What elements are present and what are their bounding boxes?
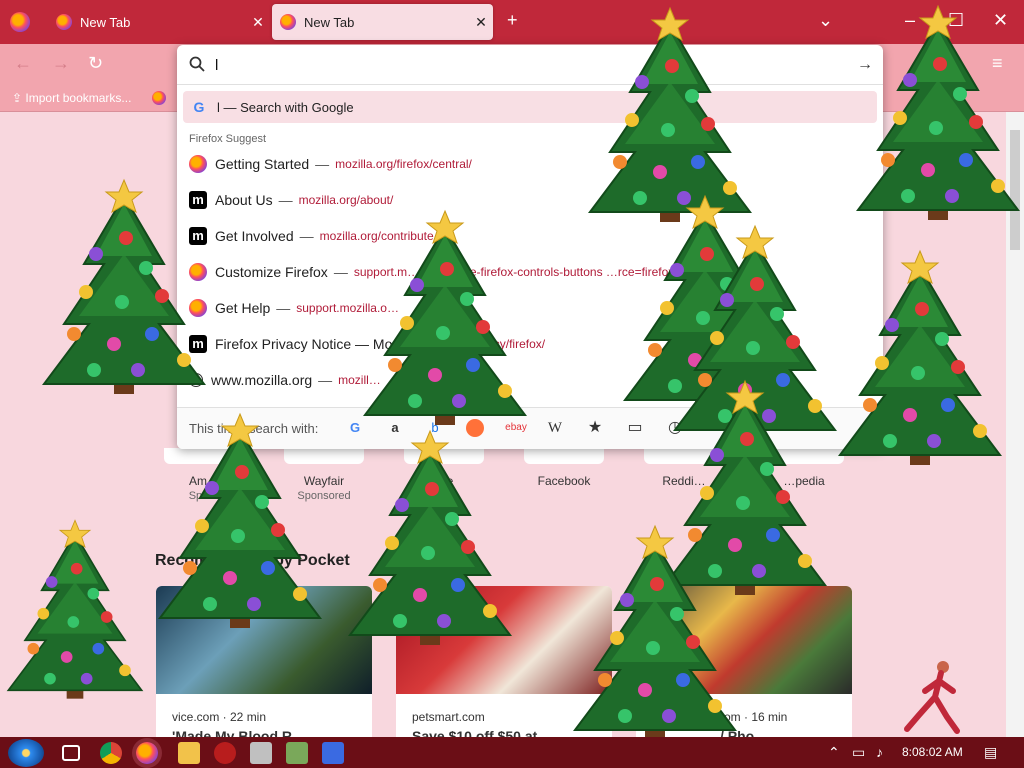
separator: — <box>299 228 314 244</box>
network-icon[interactable]: ▭ <box>852 744 865 761</box>
pocket-card-source: petsmart.com <box>412 710 485 724</box>
app-icon[interactable] <box>286 742 308 764</box>
firefox-favicon-icon <box>280 14 296 30</box>
suggestion-title: Get Involved <box>215 228 294 244</box>
suggestion-title: Getting Started <box>215 156 310 172</box>
start-button[interactable] <box>8 739 44 767</box>
christmas-tree-image <box>43 179 205 395</box>
bookmarks-star-icon[interactable]: ★ <box>586 419 604 437</box>
show-hidden-icons-icon[interactable]: ⌃ <box>828 744 840 761</box>
app-icon[interactable] <box>214 742 236 764</box>
separator: — <box>276 300 291 316</box>
forward-button[interactable]: → <box>52 53 70 74</box>
app-icon[interactable] <box>250 742 272 764</box>
separator: — <box>315 156 330 172</box>
bookmark-import[interactable]: ⇪ Import bookmarks... <box>12 91 131 105</box>
action-center-icon[interactable]: ▤ <box>984 744 997 761</box>
google-icon: G <box>193 99 205 115</box>
search-with-google-label: l — Search with Google <box>217 99 354 115</box>
suggestion-url: mozilla.org/firefox/central/ <box>335 157 472 171</box>
tab-new-tab-1[interactable]: New Tab ✕ <box>48 4 270 40</box>
christmas-tree-image <box>364 210 526 426</box>
tab-label: New Tab <box>304 14 355 30</box>
runner-figure-image <box>904 661 960 734</box>
app-icon[interactable] <box>322 742 344 764</box>
separator: — <box>278 192 293 208</box>
pocket-card-title: 'Made My Blood R… <box>172 728 306 737</box>
chrome-icon[interactable] <box>100 742 122 764</box>
taskbar-clock[interactable]: 8:08:02 AM <box>902 745 963 759</box>
new-tab-button[interactable]: + <box>507 10 518 31</box>
separator: — <box>318 372 333 388</box>
christmas-tree-image <box>349 430 511 646</box>
wikipedia-engine-icon[interactable]: W <box>546 419 564 437</box>
suggestion-title: Customize Firefox <box>215 264 328 280</box>
suggestion-row[interactable]: Getting Started — mozilla.org/firefox/ce… <box>183 148 877 180</box>
firefox-taskbar-icon[interactable] <box>136 742 158 764</box>
address-bar: → <box>177 45 883 85</box>
back-button[interactable]: ← <box>14 53 32 74</box>
task-view-icon[interactable] <box>62 745 80 761</box>
close-tab-icon[interactable]: ✕ <box>246 14 270 31</box>
pocket-card-title: Save $10 off $50 at… <box>412 728 552 737</box>
firefox-icon <box>189 155 207 173</box>
file-explorer-icon[interactable] <box>178 742 200 764</box>
christmas-tree-image <box>159 413 321 629</box>
bookmark-label: Import bookmarks... <box>25 91 132 105</box>
christmas-tree-image <box>574 525 736 741</box>
suggestion-title: Get Help <box>215 300 271 316</box>
tab-label: New Tab <box>80 14 131 30</box>
christmas-tree-image <box>839 250 1001 466</box>
suggestion-title: www.mozilla.org <box>211 372 313 388</box>
windows-taskbar: ⌃ ▭ ♪ 8:08:02 AM ▤ <box>0 737 1024 768</box>
christmas-tree-image <box>7 519 143 700</box>
list-all-tabs-button[interactable]: ⌄ <box>818 10 833 31</box>
firefox-icon[interactable] <box>10 12 30 32</box>
separator: — <box>333 264 348 280</box>
search-icon <box>189 56 205 72</box>
suggestion-title: About Us <box>215 192 273 208</box>
firefox-bookmark-icon[interactable] <box>152 91 166 105</box>
reload-button[interactable]: ↻ <box>88 53 103 74</box>
volume-icon[interactable]: ♪ <box>876 744 883 760</box>
pocket-card-source: vice.com · 22 min <box>172 710 267 724</box>
search-with-google-row[interactable]: G l — Search with Google <box>183 91 877 123</box>
firefox-suggest-heading: Firefox Suggest <box>189 133 267 145</box>
shortcut-label[interactable]: Facebook <box>514 474 614 488</box>
tab-new-tab-2-active[interactable]: New Tab ✕ <box>272 4 493 40</box>
close-tab-icon[interactable]: ✕ <box>469 14 493 31</box>
firefox-favicon-icon <box>56 14 72 30</box>
christmas-tree-image <box>857 5 1019 221</box>
shortcut-tile[interactable] <box>524 448 604 464</box>
